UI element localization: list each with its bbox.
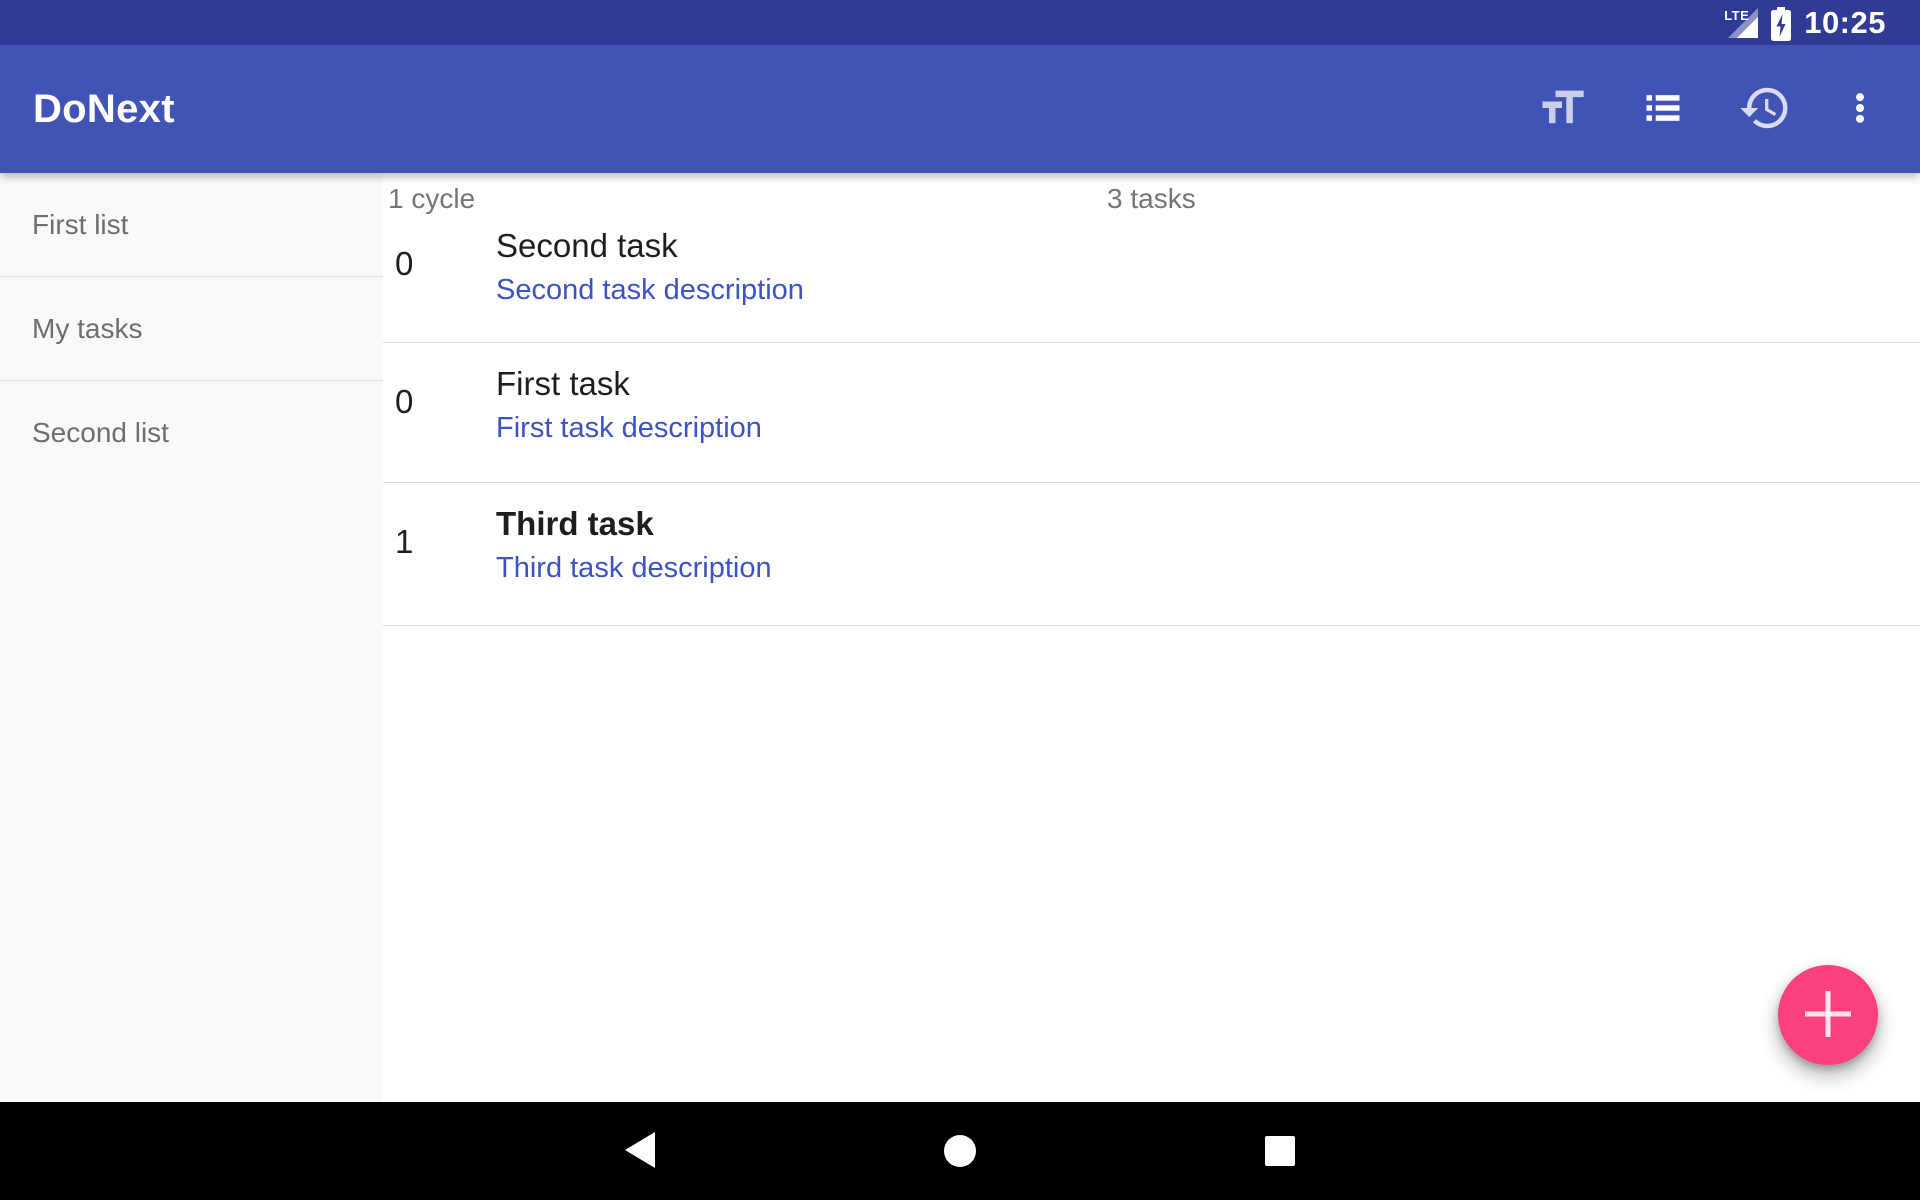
task-row[interactable]: 1 Third task Third task description (383, 483, 1920, 626)
battery-charging-icon (1770, 5, 1792, 43)
format-size-icon (1536, 82, 1588, 137)
task-title: Third task (496, 505, 1920, 543)
sidebar-list-item[interactable]: First list (0, 173, 383, 277)
list-view-button[interactable] (1627, 73, 1699, 145)
format-size-button[interactable] (1526, 73, 1598, 145)
app-title: DoNext (33, 87, 175, 132)
sidebar-list-item-label: My tasks (32, 313, 142, 345)
task-panel-header: 1 cycle 3 tasks (383, 173, 1920, 215)
task-title: Second task (496, 227, 1920, 265)
overflow-menu-button[interactable] (1824, 73, 1896, 145)
plus-icon (1802, 988, 1854, 1043)
android-nav-bar (0, 1102, 1920, 1200)
status-bar: LTE 10:25 (0, 0, 1920, 45)
sidebar-list-item[interactable]: My tasks (0, 277, 383, 381)
task-panel: 1 cycle 3 tasks 0 Second task Second tas… (383, 173, 1920, 1102)
recents-icon (1265, 1136, 1295, 1166)
task-list: 0 Second task Second task description 0 … (383, 215, 1920, 626)
main-area: First list My tasks Second list 1 cycle … (0, 173, 1920, 1102)
home-button[interactable] (940, 1131, 980, 1171)
back-icon (625, 1132, 655, 1171)
lists-sidebar: First list My tasks Second list (0, 173, 383, 1102)
add-task-fab[interactable] (1778, 965, 1878, 1065)
recents-button[interactable] (1260, 1131, 1300, 1171)
task-row[interactable]: 0 First task First task description (383, 343, 1920, 483)
task-description-link[interactable]: Third task description (496, 551, 1920, 585)
cell-signal-icon: LTE (1724, 6, 1758, 40)
back-button[interactable] (620, 1131, 660, 1171)
format-list-bulleted-icon (1641, 86, 1685, 133)
task-count-label: 3 tasks (1107, 183, 1196, 215)
sidebar-list-item[interactable]: Second list (0, 381, 383, 485)
task-description-link[interactable]: Second task description (496, 273, 1920, 307)
task-cycle-count: 0 (395, 383, 475, 421)
task-row[interactable]: 0 Second task Second task description (383, 215, 1920, 343)
app-bar: DoNext (0, 45, 1920, 173)
home-icon (944, 1135, 976, 1167)
sidebar-list-item-label: First list (32, 209, 128, 241)
history-icon (1738, 81, 1792, 138)
more-vert-icon (1840, 88, 1880, 131)
clock: 10:25 (1804, 5, 1886, 41)
task-description-link[interactable]: First task description (496, 411, 1920, 445)
history-button[interactable] (1729, 73, 1801, 145)
sidebar-list-item-label: Second list (32, 417, 169, 449)
task-cycle-count: 1 (395, 523, 475, 561)
task-title: First task (496, 365, 1920, 403)
cycle-count-label: 1 cycle (388, 183, 475, 215)
task-cycle-count: 0 (395, 245, 475, 283)
